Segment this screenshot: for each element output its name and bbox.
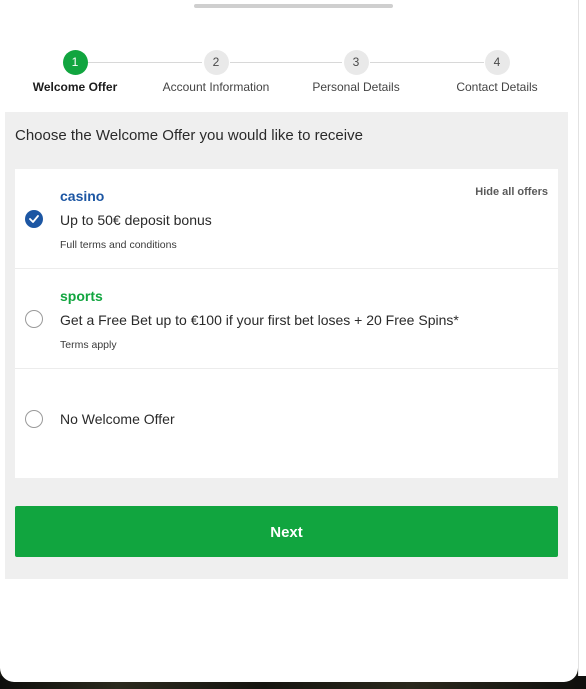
checkmark-icon xyxy=(29,215,39,223)
scrollbar-track[interactable] xyxy=(578,0,586,676)
step-label: Welcome Offer xyxy=(32,80,118,94)
progress-stepper: 1 Welcome Offer 2 Account Information 3 … xyxy=(0,50,578,100)
offer-brand-casino: casino xyxy=(60,188,105,204)
offer-casino[interactable]: casino Hide all offers Up to 50€ deposit… xyxy=(15,169,558,269)
step-welcome-offer[interactable]: 1 Welcome Offer xyxy=(5,50,145,94)
step-number: 1 xyxy=(62,50,88,75)
offer-radio-none[interactable] xyxy=(25,410,43,428)
step-label: Account Information xyxy=(162,80,270,94)
offer-radio-casino[interactable] xyxy=(25,210,43,228)
step-number: 2 xyxy=(203,50,229,75)
drag-handle[interactable] xyxy=(194,4,393,8)
next-button[interactable]: Next xyxy=(15,506,558,557)
step-label: Personal Details xyxy=(312,80,400,94)
offer-description: Up to 50€ deposit bonus xyxy=(60,212,212,228)
offer-description: Get a Free Bet up to €100 if your first … xyxy=(60,312,459,328)
offer-brand-sports: sports xyxy=(60,288,103,304)
offer-terms-link[interactable]: Full terms and conditions xyxy=(60,239,177,251)
welcome-offer-panel: Choose the Welcome Offer you would like … xyxy=(5,112,568,579)
step-account-information[interactable]: 2 Account Information xyxy=(146,50,286,94)
offer-radio-sports[interactable] xyxy=(25,310,43,328)
offer-terms-link[interactable]: Terms apply xyxy=(60,339,117,351)
hide-all-offers-link[interactable]: Hide all offers xyxy=(475,186,548,198)
offer-description: No Welcome Offer xyxy=(60,411,175,427)
step-contact-details[interactable]: 4 Contact Details xyxy=(427,50,567,94)
step-number: 4 xyxy=(484,50,510,75)
step-label: Contact Details xyxy=(456,80,538,94)
registration-sheet: 1 Welcome Offer 2 Account Information 3 … xyxy=(0,0,578,682)
step-personal-details[interactable]: 3 Personal Details xyxy=(286,50,426,94)
step-number: 3 xyxy=(343,50,369,75)
panel-title: Choose the Welcome Offer you would like … xyxy=(15,127,363,144)
offer-list: casino Hide all offers Up to 50€ deposit… xyxy=(15,169,558,478)
offer-none[interactable]: No Welcome Offer xyxy=(15,369,558,478)
offer-sports[interactable]: sports Get a Free Bet up to €100 if your… xyxy=(15,269,558,369)
